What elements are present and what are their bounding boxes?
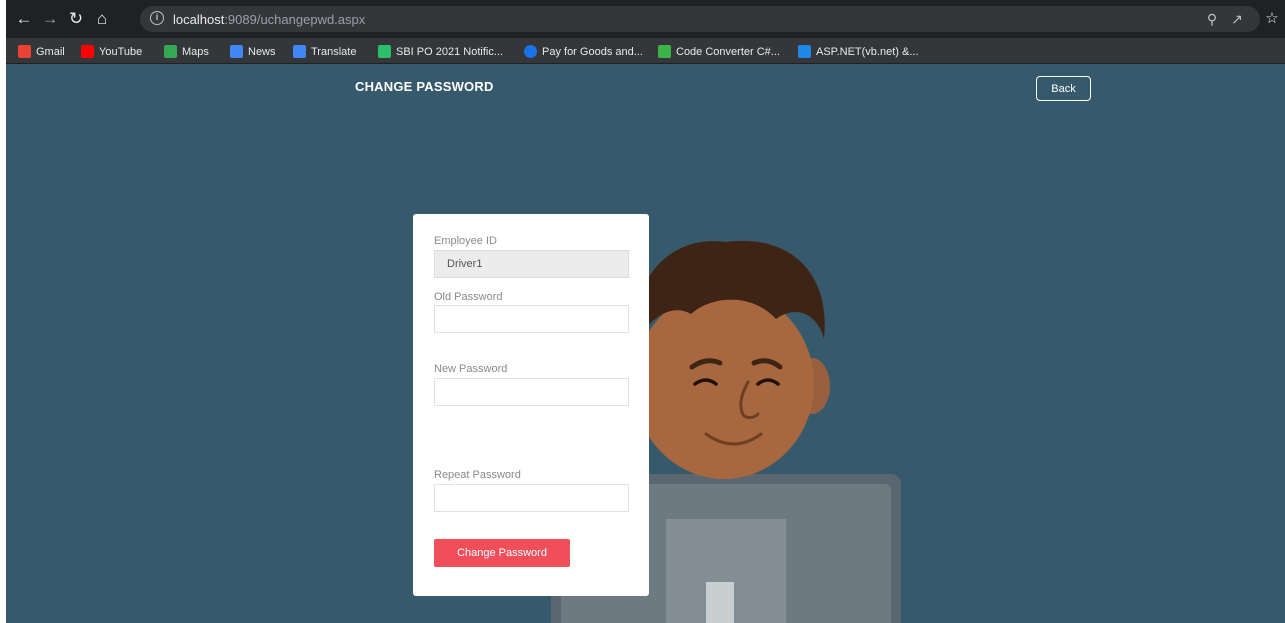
reload-icon[interactable]: ↻ <box>66 8 86 30</box>
new-password-input[interactable] <box>434 378 629 406</box>
forward-arrow-icon[interactable]: → <box>40 8 60 30</box>
page-title: CHANGE PASSWORD <box>355 79 494 94</box>
sbi-po-icon <box>378 45 391 58</box>
bookmark-label: Pay for Goods and... <box>542 45 643 58</box>
change-password-form: Employee ID Driver1 Old Password New Pas… <box>413 214 649 596</box>
monitor-stand <box>706 582 734 623</box>
bookmark-label: News <box>248 45 276 58</box>
bookmark-label: ASP.NET(vb.net) &... <box>816 45 919 58</box>
maps-icon <box>164 45 177 58</box>
back-arrow-icon[interactable]: ← <box>14 8 34 30</box>
bookmark-label: Code Converter C#... <box>676 45 780 58</box>
change-password-button[interactable]: Change Password <box>434 539 570 567</box>
old-password-label: Old Password <box>434 291 503 303</box>
translate-icon <box>293 45 306 58</box>
old-password-input[interactable] <box>434 305 629 333</box>
bookmark-label: Maps <box>182 45 209 58</box>
share-icon[interactable]: ↗ <box>1228 10 1246 28</box>
news-icon <box>230 45 243 58</box>
bookmark-star-icon[interactable]: ☆ <box>1262 8 1282 30</box>
bookmark-maps[interactable]: Maps <box>164 43 209 60</box>
repeat-password-label: Repeat Password <box>434 469 521 481</box>
bookmark-label: Gmail <box>36 45 65 58</box>
bookmark-youtube[interactable]: YouTube <box>81 43 142 60</box>
bookmark-label: YouTube <box>99 45 143 58</box>
bookmark-gmail[interactable]: Gmail <box>18 43 65 60</box>
page-content: CHANGE PASSWORD Back Employee ID Driver1… <box>6 64 1285 623</box>
face <box>634 289 814 479</box>
aspnet-icon <box>798 45 811 58</box>
zoom-icon[interactable]: ⚲ <box>1203 10 1221 28</box>
browser-window: ← → ↻ ⌂ i localhost:9089/uchangepwd.aspx… <box>6 0 1285 623</box>
bookmarks-bar: Gmail YouTube Maps News Translate SBI PO… <box>6 38 1285 64</box>
home-icon[interactable]: ⌂ <box>92 8 112 30</box>
bookmark-code-converter[interactable]: Code Converter C#... <box>658 43 780 60</box>
back-button[interactable]: Back <box>1036 76 1091 101</box>
employee-id-field: Driver1 <box>434 250 629 278</box>
new-password-label: New Password <box>434 363 508 375</box>
bookmark-sbi-po[interactable]: SBI PO 2021 Notific... <box>378 43 503 60</box>
bookmark-news[interactable]: News <box>230 43 276 60</box>
bookmark-aspnet[interactable]: ASP.NET(vb.net) &... <box>798 43 919 60</box>
youtube-icon <box>81 45 94 58</box>
code-converter-icon <box>658 45 671 58</box>
url-host: localhost <box>173 12 225 27</box>
bookmark-pay-goods[interactable]: Pay for Goods and... <box>524 43 643 60</box>
browser-toolbar: ← → ↻ ⌂ i localhost:9089/uchangepwd.aspx… <box>6 0 1285 38</box>
bookmark-label: Translate <box>311 45 357 58</box>
employee-id-label: Employee ID <box>434 235 497 247</box>
url-path: :9089/uchangepwd.aspx <box>224 12 366 27</box>
bookmark-translate[interactable]: Translate <box>293 43 356 60</box>
address-bar[interactable]: i localhost:9089/uchangepwd.aspx ⚲ ↗ <box>140 6 1260 32</box>
url-text[interactable]: localhost:9089/uchangepwd.aspx <box>173 12 365 27</box>
bookmark-label: SBI PO 2021 Notific... <box>396 45 503 58</box>
site-info-icon[interactable]: i <box>150 11 164 25</box>
pay-icon <box>524 45 537 58</box>
gmail-icon <box>18 45 31 58</box>
repeat-password-input[interactable] <box>434 484 629 512</box>
